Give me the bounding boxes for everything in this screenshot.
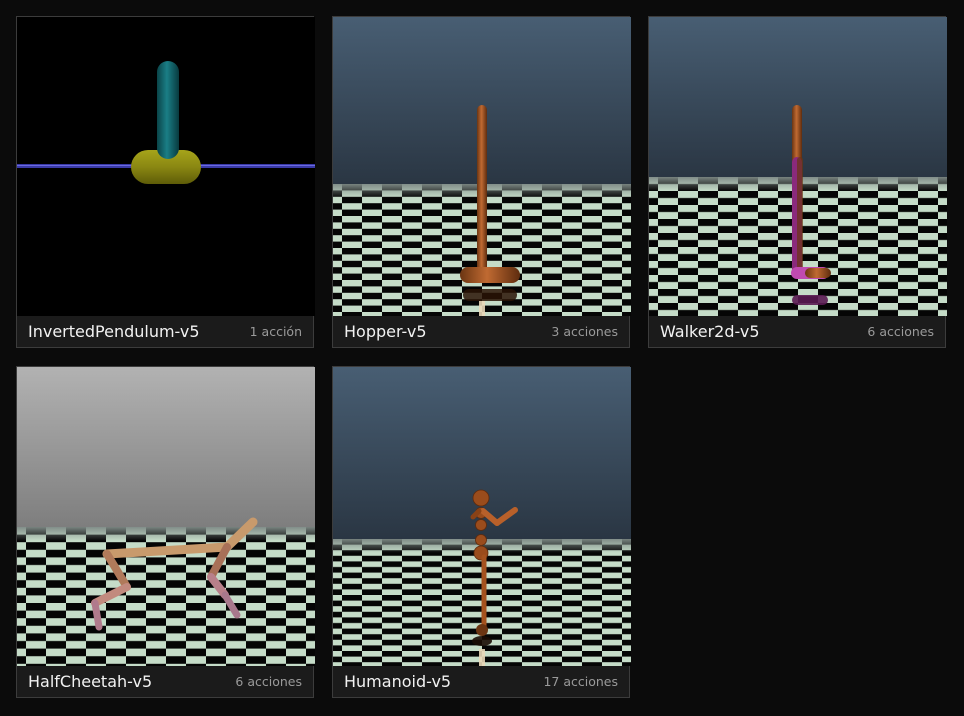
env-name: Walker2d-v5: [660, 322, 760, 341]
env-preview-halfcheetah: [17, 367, 315, 666]
action-count: 1 acción: [249, 324, 302, 339]
env-preview-inverted-pendulum: [17, 17, 315, 316]
env-card-halfcheetah[interactable]: HalfCheetah-v5 6 acciones: [16, 366, 315, 698]
env-card-caption: Walker2d-v5 6 acciones: [649, 316, 945, 347]
env-name: Humanoid-v5: [344, 672, 452, 691]
env-name: HalfCheetah-v5: [28, 672, 153, 691]
env-card-caption: Humanoid-v5 17 acciones: [333, 666, 629, 697]
action-count: 17 acciones: [543, 674, 618, 689]
action-count: 3 acciones: [551, 324, 618, 339]
env-preview-humanoid: [333, 367, 631, 666]
env-preview-walker2d: [649, 17, 947, 316]
env-card-caption: HalfCheetah-v5 6 acciones: [17, 666, 313, 697]
env-preview-hopper: [333, 17, 631, 316]
env-card-caption: InvertedPendulum-v5 1 acción: [17, 316, 313, 347]
env-card-walker2d[interactable]: Walker2d-v5 6 acciones: [648, 16, 947, 348]
action-count: 6 acciones: [235, 674, 302, 689]
env-card-caption: Hopper-v5 3 acciones: [333, 316, 629, 347]
env-name: InvertedPendulum-v5: [28, 322, 200, 341]
env-card-inverted-pendulum[interactable]: InvertedPendulum-v5 1 acción: [16, 16, 315, 348]
env-card-humanoid[interactable]: Humanoid-v5 17 acciones: [332, 366, 631, 698]
env-card-hopper[interactable]: Hopper-v5 3 acciones: [332, 16, 631, 348]
env-name: Hopper-v5: [344, 322, 427, 341]
action-count: 6 acciones: [867, 324, 934, 339]
